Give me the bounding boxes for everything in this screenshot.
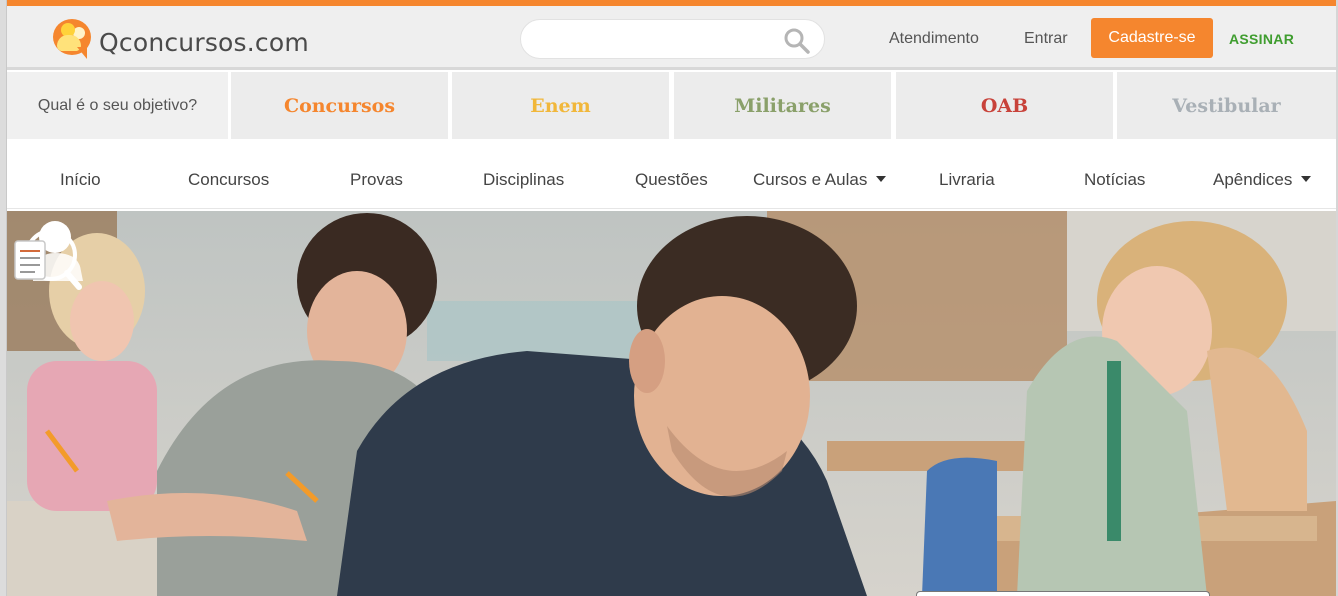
objective-prompt: Qual é o seu objetivo? (7, 72, 228, 139)
signup-button[interactable]: Cadastre-se (1091, 18, 1213, 58)
site-logo[interactable]: Qconcursos.com (51, 17, 309, 59)
nav-item-label: Disciplinas (483, 170, 565, 189)
nav-item-disciplinas[interactable]: Disciplinas (483, 170, 564, 190)
nav-item-livraria[interactable]: Livraria (939, 170, 995, 190)
nav-item-label: Apêndices (1213, 170, 1293, 189)
objective-tab-label: Militares (734, 94, 831, 117)
search-box[interactable] (520, 19, 825, 59)
nav-item-label: Notícias (1084, 170, 1146, 189)
search-input[interactable] (535, 28, 775, 50)
entrar-link[interactable]: Entrar (1024, 30, 1068, 48)
nav-item-noticias[interactable]: Notícias (1084, 170, 1145, 190)
nav-item-label: Concursos (188, 170, 270, 189)
objective-tab-militares[interactable]: Militares (674, 72, 891, 139)
hero-banner (7, 211, 1336, 596)
nav-item-label: Livraria (939, 170, 995, 189)
floating-panel-edge[interactable] (916, 591, 1210, 596)
hero-photo (7, 211, 1336, 596)
objective-tab-label: OAB (980, 94, 1029, 117)
caret-down-icon (1301, 176, 1312, 182)
objective-tab-concursos[interactable]: Concursos (231, 72, 448, 139)
nav-item-label: Questões (635, 170, 708, 189)
nav-item-label: Início (60, 170, 101, 189)
nav-item-concursos[interactable]: Concursos (188, 170, 269, 190)
nav-item-label: Cursos e Aulas (753, 170, 868, 189)
nav-item-cursos-e-aulas[interactable]: Cursos e Aulas (753, 170, 887, 190)
objective-tab-label: Enem (530, 94, 591, 117)
nav-item-provas[interactable]: Provas (350, 170, 403, 190)
objective-tab-enem[interactable]: Enem (452, 72, 669, 139)
main-nav: Início Concursos Provas Disciplinas Ques… (7, 141, 1336, 209)
site-header: Qconcursos.com Atendimento Entrar Cadast… (7, 0, 1336, 70)
objective-tab-vestibular[interactable]: Vestibular (1117, 72, 1336, 139)
objective-bar: Qual é o seu objetivo? Concursos Enem Mi… (7, 70, 1336, 141)
logo-icon (51, 17, 93, 59)
nav-item-apendices[interactable]: Apêndices (1213, 170, 1312, 190)
exam-person-icon (14, 221, 83, 290)
objective-tab-label: Vestibular (1172, 94, 1281, 117)
objective-tab-label: Concursos (283, 94, 396, 117)
page: Qconcursos.com Atendimento Entrar Cadast… (0, 0, 1338, 596)
nav-item-questoes[interactable]: Questões (635, 170, 708, 190)
logo-text: Qconcursos.com (99, 27, 309, 57)
nav-item-inicio[interactable]: Início (60, 170, 101, 190)
subscribe-link[interactable]: ASSINAR (1229, 31, 1294, 47)
atendimento-link[interactable]: Atendimento (889, 30, 979, 48)
caret-down-icon (876, 176, 887, 182)
window-left-edge (0, 0, 7, 596)
search-icon[interactable] (783, 27, 811, 55)
objective-tab-oab[interactable]: OAB (896, 72, 1113, 139)
nav-item-label: Provas (350, 170, 403, 189)
